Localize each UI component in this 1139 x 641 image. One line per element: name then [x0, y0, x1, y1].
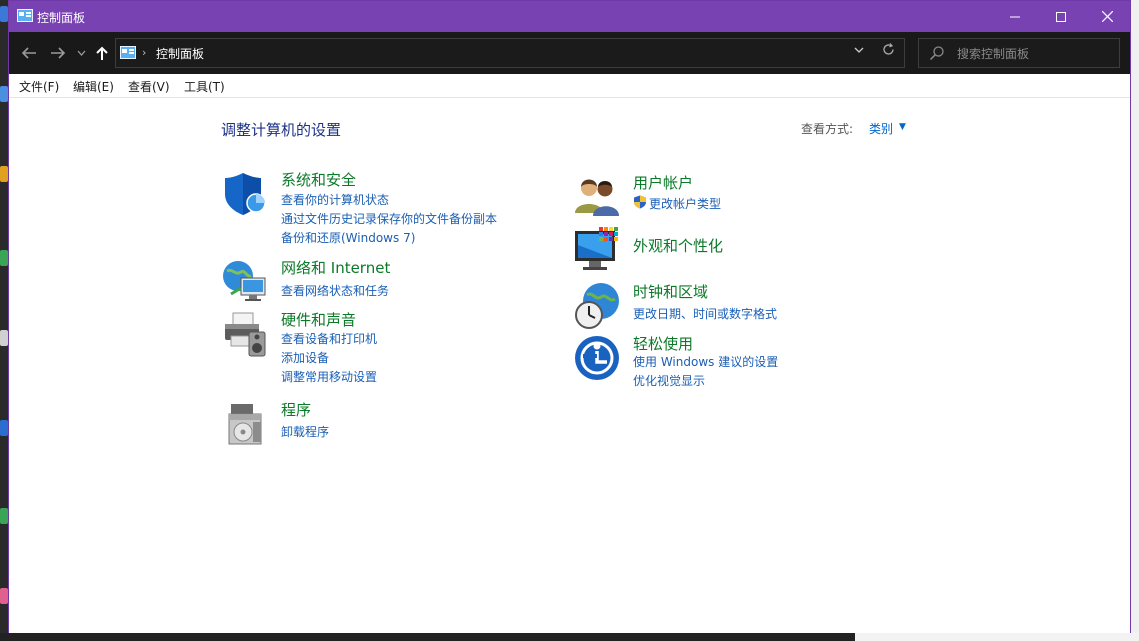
category-clock-region: 时钟和区域 更改日期、时间或数字格式	[573, 281, 873, 329]
category-appearance: 外观和个性化	[573, 225, 873, 273]
menu-file[interactable]: 文件(F)	[19, 78, 59, 95]
category-title[interactable]: 用户帐户	[633, 172, 693, 193]
control-panel-window: 控制面板 › 控制面板 搜索控制面板 文件(F) 编辑(E) 查看(V) 工具(…	[8, 0, 1131, 633]
menu-tools[interactable]: 工具(T)	[184, 78, 225, 95]
category-programs: 程序 卸载程序	[221, 400, 541, 446]
control-panel-icon	[120, 46, 136, 59]
users-icon[interactable]	[573, 173, 621, 221]
back-button[interactable]	[17, 41, 41, 65]
category-title[interactable]: 网络和 Internet	[281, 257, 390, 278]
desktop-left-edge	[0, 0, 8, 641]
ease-of-access-icon[interactable]	[573, 334, 621, 382]
link-add-device[interactable]: 添加设备	[281, 349, 329, 366]
search-box[interactable]	[918, 38, 1120, 68]
link-file-history-backup[interactable]: 通过文件历史记录保存你的文件备份副本	[281, 210, 497, 227]
link-backup-restore[interactable]: 备份和还原(Windows 7)	[281, 229, 415, 246]
minimize-button[interactable]	[992, 1, 1038, 32]
address-bar[interactable]: › 控制面板	[115, 38, 905, 68]
menu-edit[interactable]: 编辑(E)	[73, 78, 114, 95]
caret-down-icon[interactable]: ▼	[899, 122, 906, 132]
window-title: 控制面板	[37, 11, 86, 25]
desktop-icon	[0, 508, 8, 524]
link-mobility-settings[interactable]: 调整常用移动设置	[281, 368, 377, 385]
menu-bar: 文件(F) 编辑(E) 查看(V) 工具(T)	[9, 74, 1130, 98]
main-content: 调整计算机的设置 查看方式: 类别 ▼ 系统和安全 查看你的计算机状态 通过文件…	[9, 98, 1130, 633]
printer-speaker-icon[interactable]	[221, 310, 269, 358]
maximize-icon	[1056, 11, 1066, 22]
category-ease-of-access: 轻松使用 使用 Windows 建议的设置 优化视觉显示	[573, 334, 873, 390]
programs-icon[interactable]	[221, 400, 269, 448]
link-uninstall-program[interactable]: 卸载程序	[281, 423, 329, 440]
category-title[interactable]: 系统和安全	[281, 169, 356, 190]
category-title[interactable]: 时钟和区域	[633, 281, 708, 302]
link-optimize-visual-display[interactable]: 优化视觉显示	[633, 372, 705, 389]
forward-button[interactable]	[46, 41, 70, 65]
shield-icon[interactable]	[221, 170, 269, 218]
link-change-account-type[interactable]: 更改帐户类型	[649, 195, 721, 212]
desktop-icon	[0, 6, 8, 22]
chevron-down-icon	[77, 50, 85, 56]
category-user-accounts: 用户帐户 更改帐户类型	[573, 173, 873, 217]
title-bar[interactable]: 控制面板	[9, 1, 1130, 32]
navigation-bar: › 控制面板	[9, 32, 1130, 74]
link-change-date-time-format[interactable]: 更改日期、时间或数字格式	[633, 305, 777, 322]
desktop-icon	[0, 588, 8, 604]
up-button[interactable]	[91, 41, 113, 65]
desktop-bottom-edge	[0, 633, 1139, 641]
category-title[interactable]: 硬件和声音	[281, 309, 356, 330]
chevron-down-icon	[854, 47, 864, 53]
close-icon	[1101, 11, 1113, 22]
breadcrumb-control-panel[interactable]: 控制面板	[156, 45, 204, 62]
background-window-edge	[1131, 0, 1139, 641]
desktop-icon	[0, 330, 8, 346]
recent-locations-button[interactable]	[73, 41, 89, 65]
minimize-icon	[1010, 16, 1020, 17]
clock-globe-icon[interactable]	[573, 281, 621, 329]
link-windows-suggested-settings[interactable]: 使用 Windows 建议的设置	[633, 353, 778, 370]
desktop-icon	[0, 420, 8, 436]
search-input[interactable]	[957, 45, 1112, 62]
arrow-up-icon	[96, 46, 108, 60]
refresh-button[interactable]	[882, 43, 895, 60]
view-by-dropdown[interactable]: 类别	[869, 120, 893, 137]
menu-view[interactable]: 查看(V)	[128, 78, 170, 95]
chevron-right-icon[interactable]: ›	[142, 46, 146, 59]
category-title[interactable]: 外观和个性化	[633, 235, 723, 256]
arrow-right-icon	[51, 47, 66, 59]
category-title[interactable]: 轻松使用	[633, 333, 693, 354]
category-system-security: 系统和安全 查看你的计算机状态 通过文件历史记录保存你的文件备份副本 备份和还原…	[221, 170, 541, 250]
view-by-label: 查看方式:	[801, 122, 854, 136]
category-network-internet: 网络和 Internet 查看网络状态和任务	[221, 258, 541, 302]
uac-shield-icon	[634, 195, 646, 209]
desktop-icon	[0, 86, 8, 102]
monitor-palette-icon[interactable]	[573, 225, 621, 273]
link-view-computer-status[interactable]: 查看你的计算机状态	[281, 191, 389, 208]
close-button[interactable]	[1084, 1, 1130, 32]
maximize-button[interactable]	[1038, 1, 1084, 32]
desktop-icon	[0, 166, 8, 182]
category-title[interactable]: 程序	[281, 399, 311, 420]
control-panel-icon	[17, 9, 33, 22]
link-devices-printers[interactable]: 查看设备和打印机	[281, 330, 377, 347]
arrow-left-icon	[21, 47, 36, 59]
network-globe-icon[interactable]	[221, 258, 269, 306]
address-dropdown-button[interactable]	[854, 45, 864, 56]
category-hardware-sound: 硬件和声音 查看设备和打印机 添加设备 调整常用移动设置	[221, 310, 541, 390]
link-network-status[interactable]: 查看网络状态和任务	[281, 282, 389, 299]
page-title: 调整计算机的设置	[221, 121, 342, 139]
search-icon	[929, 46, 944, 61]
background-window-edge	[855, 633, 1139, 641]
desktop-icon	[0, 250, 8, 266]
refresh-icon	[883, 43, 894, 55]
